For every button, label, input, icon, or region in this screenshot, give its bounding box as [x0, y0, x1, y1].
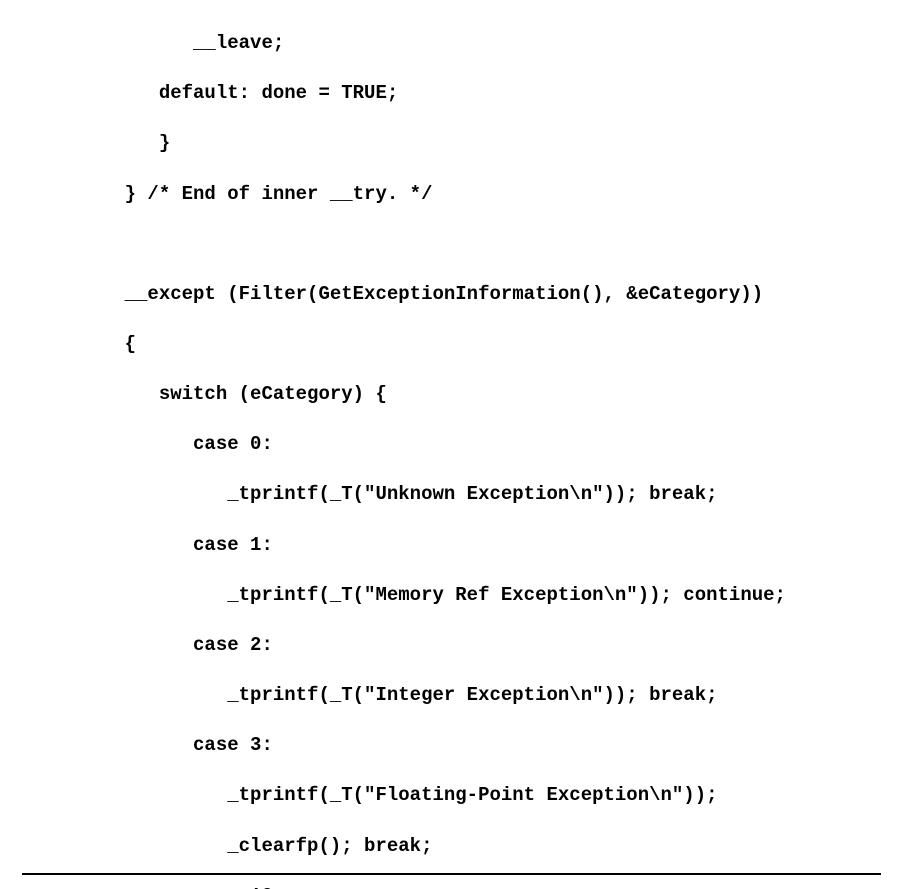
code-line: case 10:: [22, 885, 284, 889]
code-line: default: done = TRUE;: [22, 82, 398, 104]
code-line: __except (Filter(GetExceptionInformation…: [22, 283, 763, 305]
code-line: _tprintf(_T("Unknown Exception\n")); bre…: [22, 483, 718, 505]
code-listing: __leave; default: done = TRUE; } } /* En…: [0, 0, 903, 889]
code-line: case 1:: [22, 534, 273, 556]
code-line: }: [22, 132, 170, 154]
horizontal-rule: [22, 873, 881, 875]
code-line: _tprintf(_T("Integer Exception\n")); bre…: [22, 684, 718, 706]
code-line: case 3:: [22, 734, 273, 756]
code-line: __leave;: [22, 32, 284, 54]
code-line: {: [22, 333, 136, 355]
code-line: _tprintf(_T("Floating-Point Exception\n"…: [22, 784, 718, 806]
code-line: _clearfp(); break;: [22, 835, 432, 857]
code-line: _tprintf(_T("Memory Ref Exception\n")); …: [22, 584, 786, 606]
code-line: switch (eCategory) {: [22, 383, 387, 405]
code-line: } /* End of inner __try. */: [22, 183, 432, 205]
code-line: case 2:: [22, 634, 273, 656]
code-line: case 0:: [22, 433, 273, 455]
